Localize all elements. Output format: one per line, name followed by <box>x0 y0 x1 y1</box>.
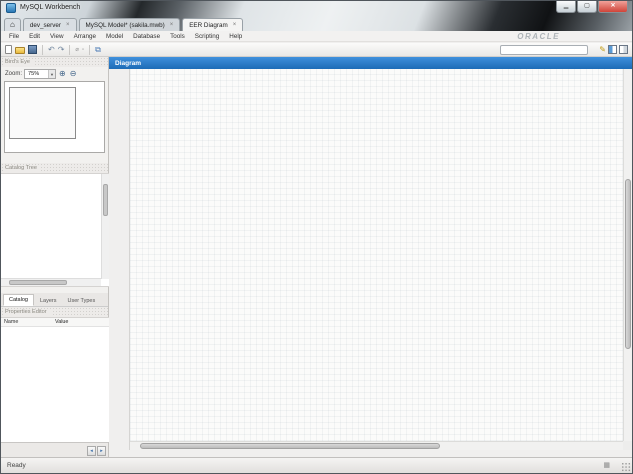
tree-vscroll-thumb[interactable] <box>103 184 108 216</box>
main-toolbar: ↶ ↷ ⌀ ▫ ⧉ ✎ <box>1 43 632 57</box>
menu-database[interactable]: Database <box>128 33 165 40</box>
tab-label: EER Diagram <box>189 22 228 29</box>
window-title: MySQL Workbench <box>20 4 80 11</box>
new-diagram-icon[interactable]: ⧉ <box>95 45 101 54</box>
birdseye-viewport[interactable] <box>9 87 76 139</box>
column-header-name[interactable]: Name <box>1 319 55 325</box>
properties-grid-header: Name Value <box>1 318 109 327</box>
birdseye-zoom-row: Zoom: 75% ▼ ⊕ ⊖ <box>1 67 108 81</box>
search-input[interactable] <box>500 45 588 55</box>
window-tab-strip: ⌂ dev_server×MySQL Model* (sakila.mwb)×E… <box>4 18 245 31</box>
toolbar-separator <box>89 45 90 55</box>
diagram-canvas[interactable] <box>130 69 623 441</box>
tree-hscroll-thumb[interactable] <box>9 280 67 285</box>
zoom-in-icon[interactable]: ⊕ <box>58 69 67 79</box>
toolbar-separator <box>42 45 43 55</box>
zoom-label: Zoom: <box>5 71 22 77</box>
horizontal-scrollbar[interactable] <box>130 441 623 450</box>
catalog-tree-header: Catalog Tree <box>1 163 108 173</box>
oracle-logo: ORACLE <box>517 32 560 41</box>
menu-file[interactable]: File <box>4 33 24 40</box>
chevron-down-icon[interactable]: ▼ <box>48 70 55 78</box>
grid-toggle-icon[interactable]: ⌀ <box>75 46 79 54</box>
tab-mysql-model-sakila-mwb[interactable]: MySQL Model* (sakila.mwb) × <box>79 18 181 31</box>
menu-arrange[interactable]: Arrange <box>69 33 101 40</box>
properties-grid: Name Value <box>1 317 109 442</box>
redo-icon[interactable]: ↷ <box>58 45 65 54</box>
sidebar-tab-user-types[interactable]: User Types <box>62 296 100 306</box>
maximize-button[interactable]: ▢ <box>577 1 597 13</box>
menu-help[interactable]: Help <box>224 33 247 40</box>
mysql-workbench-window: MySQL Workbench ▁ ▢ ✕ ⌂ dev_server×MySQL… <box>0 0 633 474</box>
catalog-tree <box>1 173 109 287</box>
sidebar-tabs: CatalogLayersUser Types <box>1 293 108 307</box>
properties-editor-header: Properties Editor <box>1 307 108 317</box>
diagram-title: Diagram <box>115 60 141 67</box>
tab-scroll-right-icon[interactable]: ▸ <box>97 446 106 456</box>
app-icon <box>6 3 16 13</box>
new-document-icon[interactable] <box>5 45 12 54</box>
tab-dev-server[interactable]: dev_server × <box>23 18 77 31</box>
tab-scroll-left-icon[interactable]: ◂ <box>87 446 96 456</box>
toggle-left-panel-icon[interactable] <box>608 45 617 54</box>
scrollbar-corner <box>623 441 632 450</box>
column-header-value[interactable]: Value <box>55 319 109 325</box>
tab-close-icon[interactable]: × <box>233 22 237 28</box>
tab-close-icon[interactable]: × <box>66 22 70 28</box>
zoom-out-icon[interactable]: ⊖ <box>69 69 78 79</box>
zoom-select[interactable]: 75% ▼ <box>24 69 56 79</box>
menu-view[interactable]: View <box>45 33 69 40</box>
minimize-button[interactable]: ▁ <box>556 1 576 13</box>
save-model-icon[interactable] <box>28 45 37 54</box>
birdseye-minimap[interactable] <box>4 81 105 153</box>
vscroll-thumb[interactable] <box>625 179 631 349</box>
vertical-scrollbar[interactable] <box>623 69 632 441</box>
tree-horizontal-scrollbar[interactable] <box>1 278 101 286</box>
close-button[interactable]: ✕ <box>598 1 628 13</box>
align-toggle-icon[interactable]: ▫ <box>82 46 84 54</box>
diagram-title-bar: Diagram <box>109 57 632 69</box>
hscroll-thumb[interactable] <box>140 443 440 449</box>
toolbar-separator <box>69 45 70 55</box>
birdseye-header: Bird's Eye <box>1 57 108 67</box>
grid-indicator-icon[interactable]: ▦ <box>603 462 610 470</box>
status-text: Ready <box>1 462 26 469</box>
diagram-panel: Diagram <box>109 57 632 459</box>
toggle-right-panel-icon[interactable] <box>619 45 628 54</box>
left-sidebar: Bird's Eye Zoom: 75% ▼ ⊕ ⊖ Catalog Tree … <box>1 57 109 459</box>
sidebar-tab-layers[interactable]: Layers <box>35 296 62 306</box>
tree-vertical-scrollbar[interactable] <box>101 174 109 279</box>
menu-edit[interactable]: Edit <box>24 33 45 40</box>
tab-eer-diagram[interactable]: EER Diagram × <box>182 18 243 31</box>
edit-icon[interactable]: ✎ <box>599 45 606 54</box>
window-controls: ▁ ▢ ✕ <box>555 1 628 13</box>
menu-tools[interactable]: Tools <box>165 33 190 40</box>
status-bar: Ready ▦ <box>1 457 632 473</box>
menu-scripting[interactable]: Scripting <box>190 33 225 40</box>
tab-home[interactable]: ⌂ <box>4 18 21 31</box>
sidebar-tab-catalog[interactable]: Catalog <box>3 294 34 306</box>
tool-palette <box>109 69 130 450</box>
tab-label: MySQL Model* (sakila.mwb) <box>86 22 165 29</box>
undo-icon[interactable]: ↶ <box>48 45 55 54</box>
tab-label: dev_server <box>30 22 61 29</box>
zoom-value: 75% <box>28 71 39 77</box>
tab-close-icon[interactable]: × <box>170 22 174 28</box>
menu-model[interactable]: Model <box>101 33 128 40</box>
home-icon: ⌂ <box>10 21 15 29</box>
open-model-icon[interactable] <box>15 47 25 54</box>
title-bar[interactable]: MySQL Workbench ▁ ▢ ✕ ⌂ dev_server×MySQL… <box>1 1 632 31</box>
resize-grip[interactable] <box>621 462 631 472</box>
